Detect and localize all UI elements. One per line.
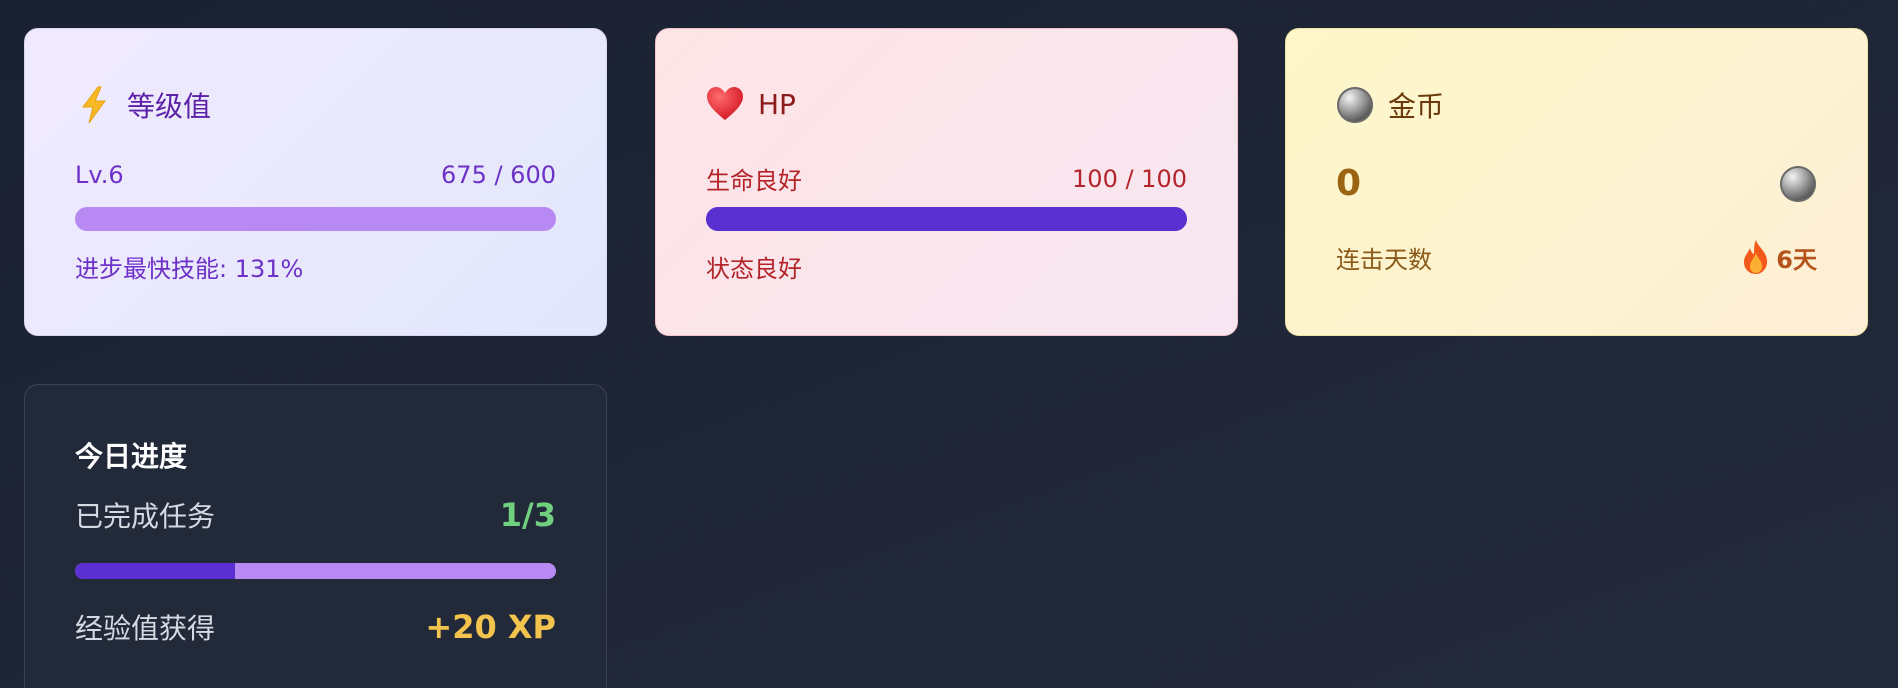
coin-card: 金币 0 连击天数 6天: [1285, 28, 1868, 336]
today-progress-card: 今日进度 已完成任务 1/3 经验值获得 +20 XP: [24, 384, 607, 688]
hp-card-header: HP: [706, 85, 796, 123]
coin-card-title: 金币: [1388, 90, 1445, 123]
streak-value-group: 6天: [1742, 239, 1817, 275]
coin-card-header: 金币: [1336, 85, 1444, 125]
level-card-title: 等级值: [127, 90, 212, 123]
streak-value: 6天: [1776, 245, 1817, 274]
hp-progress-fill: [706, 207, 1187, 231]
xp-progress-bar: [75, 207, 556, 231]
xp-gain-label: 经验值获得: [75, 612, 216, 645]
streak-label: 连击天数: [1336, 245, 1432, 274]
coin-amount: 0: [1336, 163, 1362, 204]
fire-icon: [1742, 239, 1770, 275]
lightning-icon: [75, 86, 113, 124]
coin-icon: [1779, 165, 1817, 203]
fastest-skill-text: 进步最快技能: 131%: [75, 255, 304, 283]
tasks-row: 已完成任务 1/3: [75, 495, 556, 535]
today-card-title: 今日进度: [75, 440, 188, 473]
xp-progress-fill: [75, 207, 556, 231]
xp-value: 675 / 600: [441, 161, 556, 189]
heart-icon: [706, 85, 744, 123]
coin-amount-row: 0: [1336, 163, 1817, 204]
hp-state-text: 状态良好: [706, 255, 802, 283]
tasks-progress-bar: [75, 563, 556, 579]
xp-gain-row: 经验值获得 +20 XP: [75, 607, 556, 647]
tasks-label: 已完成任务: [75, 500, 216, 533]
xp-gain-value: +20 XP: [425, 608, 556, 646]
streak-row: 连击天数 6天: [1336, 239, 1817, 275]
fastest-skill-row: 进步最快技能: 131%: [75, 249, 556, 284]
coin-icon: [1336, 86, 1374, 124]
tasks-value: 1/3: [499, 496, 556, 534]
level-card-header: 等级值: [75, 85, 211, 125]
level-label: Lv.6: [75, 161, 124, 189]
hp-card: HP 生命良好 100 / 100 状态良好: [655, 28, 1238, 336]
hp-value: 100 / 100: [1072, 164, 1187, 193]
tasks-progress-fill: [75, 563, 236, 579]
hp-status-label: 生命良好: [706, 167, 802, 195]
level-card: 等级值 Lv.6 675 / 600 进步最快技能: 131%: [24, 28, 607, 336]
today-card-header: 今日进度: [75, 435, 187, 475]
hp-row: 生命良好 100 / 100: [706, 161, 1187, 196]
hp-card-title: HP: [758, 87, 796, 121]
hp-progress-bar: [706, 207, 1187, 231]
hp-state-row: 状态良好: [706, 249, 1187, 284]
level-row: Lv.6 675 / 600: [75, 161, 556, 189]
